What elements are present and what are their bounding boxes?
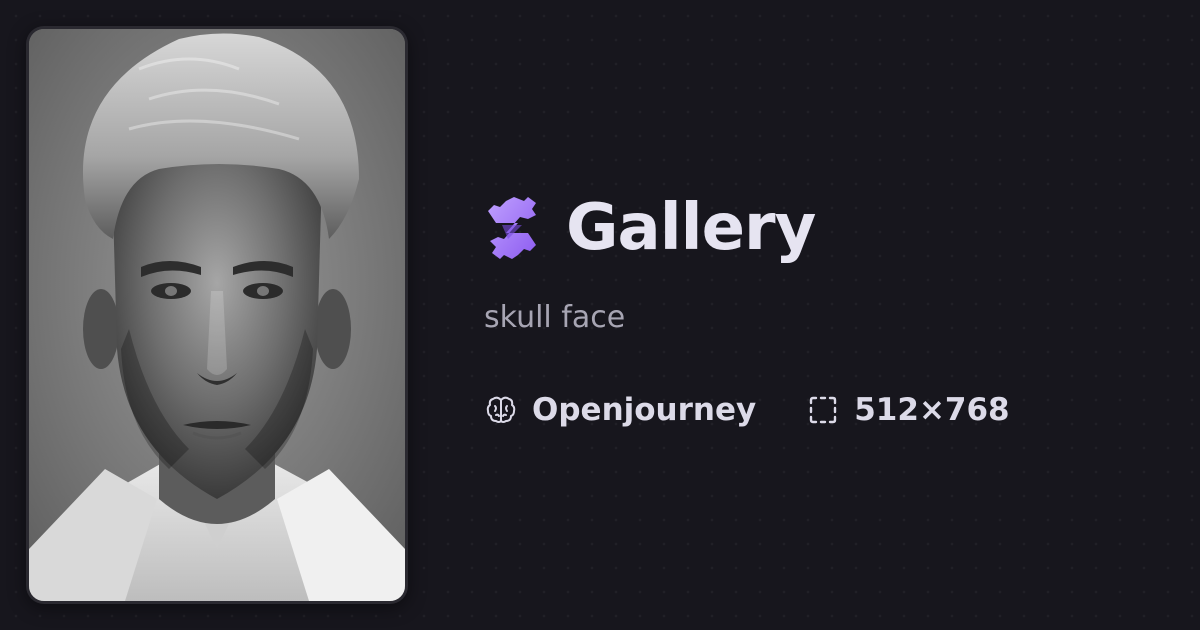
selection-frame-icon: [806, 393, 840, 427]
gear-logo-icon: [484, 193, 540, 263]
generated-portrait-image[interactable]: [29, 29, 405, 601]
model-info: Openjourney: [484, 392, 756, 428]
model-name: Openjourney: [532, 392, 757, 428]
image-prompt: skull face: [484, 300, 626, 335]
image-dimensions: 512×768: [854, 392, 1010, 428]
brand-header: Gallery: [484, 186, 816, 270]
generated-image-card[interactable]: [26, 26, 408, 604]
portrait-illustration: [29, 29, 405, 601]
brain-icon: [484, 393, 518, 427]
image-meta: Openjourney 512×768: [484, 388, 1010, 432]
brand-title: Gallery: [566, 191, 816, 265]
dimensions-info: 512×768: [806, 392, 1010, 428]
